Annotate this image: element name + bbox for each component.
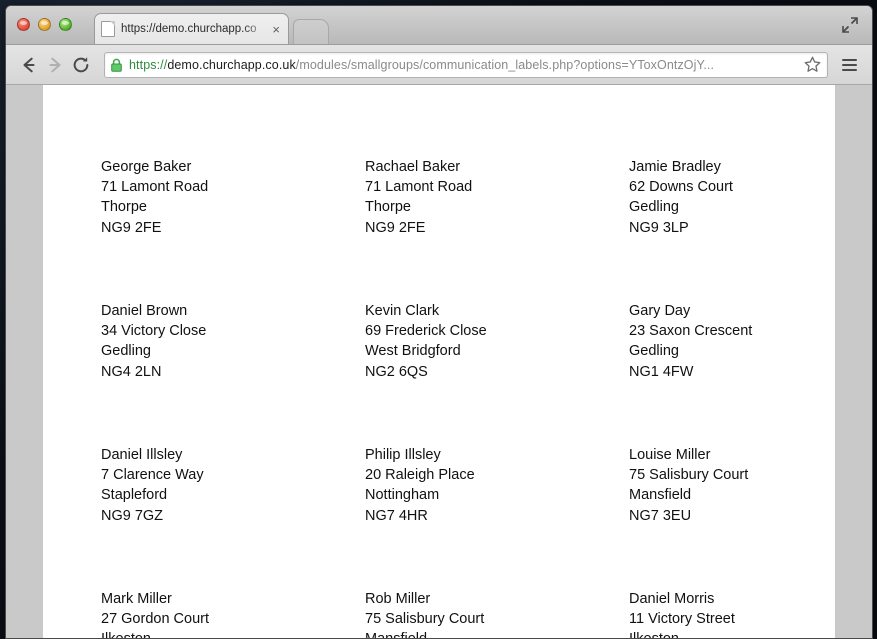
url-path: /modules/smallgroups/communication_label…: [296, 58, 714, 72]
address-name: Daniel Morris: [629, 589, 835, 609]
address-postcode: NG9 2FE: [101, 218, 307, 238]
address-street: 75 Salisbury Court: [629, 465, 835, 485]
hamburger-menu-icon[interactable]: [836, 52, 862, 78]
address-street: 27 Gordon Court: [101, 609, 307, 629]
address-label: Mark Miller27 Gordon CourtIlkeston: [43, 589, 307, 638]
address-name: Daniel Illsley: [101, 445, 307, 465]
address-name: Gary Day: [629, 301, 835, 321]
address-name: Jamie Bradley: [629, 157, 835, 177]
address-street: 23 Saxon Crescent: [629, 321, 835, 341]
address-street: 71 Lamont Road: [365, 177, 571, 197]
address-town: Mansfield: [629, 485, 835, 505]
printed-labels-page: George Baker71 Lamont RoadThorpeNG9 2FER…: [43, 85, 835, 638]
address-name: Rachael Baker: [365, 157, 571, 177]
address-label: Daniel Morris11 Victory StreetIlkeston: [571, 589, 835, 638]
address-labels-grid: George Baker71 Lamont RoadThorpeNG9 2FER…: [43, 85, 835, 638]
browser-tab[interactable]: https://demo.churchapp.co ×: [94, 13, 289, 44]
address-postcode: NG2 6QS: [365, 362, 571, 382]
address-town: Thorpe: [101, 197, 307, 217]
address-label: Louise Miller75 Salisbury CourtMansfield…: [571, 445, 835, 589]
address-label: Daniel Brown34 Victory CloseGedlingNG4 2…: [43, 301, 307, 445]
address-label: Gary Day23 Saxon CrescentGedlingNG1 4FW: [571, 301, 835, 445]
address-name: Kevin Clark: [365, 301, 571, 321]
address-street: 71 Lamont Road: [101, 177, 307, 197]
forward-button[interactable]: [42, 52, 68, 78]
close-window-button[interactable]: [17, 18, 30, 31]
address-street: 20 Raleigh Place: [365, 465, 571, 485]
url-text: https://demo.churchapp.co.uk/modules/sma…: [129, 58, 799, 72]
vertical-scrollbar[interactable]: [857, 85, 872, 638]
lock-icon: [110, 58, 123, 72]
tab-title: https://demo.churchapp.co: [121, 23, 270, 35]
address-name: Mark Miller: [101, 589, 307, 609]
star-icon[interactable]: [803, 55, 822, 74]
page-viewport: George Baker71 Lamont RoadThorpeNG9 2FER…: [6, 85, 872, 638]
address-town: Stapleford: [101, 485, 307, 505]
expand-arrows-icon[interactable]: [840, 15, 860, 35]
address-postcode: NG9 2FE: [365, 218, 571, 238]
address-town: West Bridgford: [365, 341, 571, 361]
page-icon: [101, 21, 115, 37]
address-postcode: NG4 2LN: [101, 362, 307, 382]
address-label: George Baker71 Lamont RoadThorpeNG9 2FE: [43, 157, 307, 301]
window-controls: [17, 18, 72, 31]
address-town: Thorpe: [365, 197, 571, 217]
address-street: 34 Victory Close: [101, 321, 307, 341]
address-name: Daniel Brown: [101, 301, 307, 321]
menu-bar-3: [842, 69, 857, 71]
address-town: Nottingham: [365, 485, 571, 505]
address-postcode: NG9 3LP: [629, 218, 835, 238]
address-town: Gedling: [629, 197, 835, 217]
menu-bar-1: [842, 59, 857, 61]
address-street: 62 Downs Court: [629, 177, 835, 197]
address-town: Gedling: [101, 341, 307, 361]
address-postcode: NG7 4HR: [365, 506, 571, 526]
menu-bar-2: [842, 64, 857, 66]
address-label: Jamie Bradley62 Downs CourtGedlingNG9 3L…: [571, 157, 835, 301]
address-label: Kevin Clark69 Frederick CloseWest Bridgf…: [307, 301, 571, 445]
address-label: Daniel Illsley7 Clarence WayStaplefordNG…: [43, 445, 307, 589]
address-postcode: NG9 7GZ: [101, 506, 307, 526]
address-town: Gedling: [629, 341, 835, 361]
address-label: Philip Illsley20 Raleigh PlaceNottingham…: [307, 445, 571, 589]
address-name: George Baker: [101, 157, 307, 177]
minimize-window-button[interactable]: [38, 18, 51, 31]
zoom-window-button[interactable]: [59, 18, 72, 31]
url-scheme: https://: [129, 58, 167, 72]
address-bar[interactable]: https://demo.churchapp.co.uk/modules/sma…: [104, 52, 828, 78]
desktop-background: https://demo.churchapp.co ×: [0, 0, 877, 637]
new-tab-button[interactable]: [293, 19, 329, 44]
address-street: 7 Clarence Way: [101, 465, 307, 485]
address-street: 11 Victory Street: [629, 609, 835, 629]
address-name: Philip Illsley: [365, 445, 571, 465]
browser-toolbar: https://demo.churchapp.co.uk/modules/sma…: [6, 45, 872, 85]
address-label: Rachael Baker71 Lamont RoadThorpeNG9 2FE: [307, 157, 571, 301]
address-street: 69 Frederick Close: [365, 321, 571, 341]
address-name: Louise Miller: [629, 445, 835, 465]
close-icon[interactable]: ×: [270, 23, 282, 36]
browser-window: https://demo.churchapp.co ×: [5, 5, 873, 639]
address-postcode: NG7 3EU: [629, 506, 835, 526]
back-button[interactable]: [16, 52, 42, 78]
address-street: 75 Salisbury Court: [365, 609, 571, 629]
tab-strip: https://demo.churchapp.co ×: [6, 6, 872, 45]
address-postcode: NG1 4FW: [629, 362, 835, 382]
address-name: Rob Miller: [365, 589, 571, 609]
reload-button[interactable]: [68, 52, 94, 78]
address-label: Rob Miller75 Salisbury CourtMansfield: [307, 589, 571, 638]
url-host: demo.churchapp.co.uk: [167, 58, 295, 72]
